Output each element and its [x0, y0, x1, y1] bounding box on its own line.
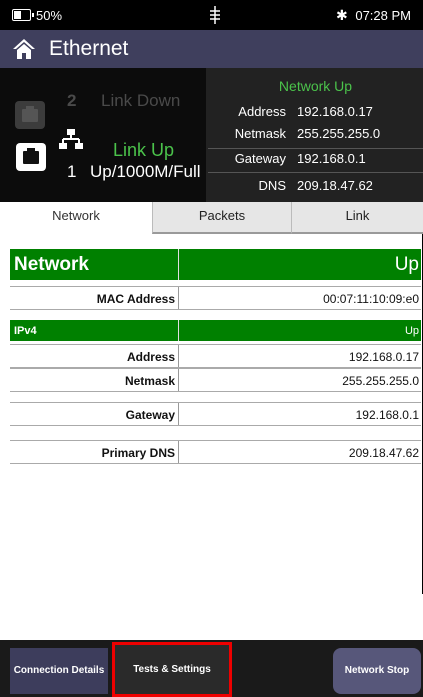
- network-info: Network Up Address 192.168.0.17 Netmask …: [208, 68, 423, 202]
- table-row: MAC Address 00:07:11:10:09:e0: [10, 286, 421, 310]
- ports-area: 2 Link Down Link Up 1 Up/1000M/Full: [0, 68, 206, 202]
- section-title: IPv4: [14, 325, 37, 337]
- battery-icon: [12, 9, 34, 21]
- section-state: Up: [394, 254, 419, 275]
- tab-network[interactable]: Network: [0, 202, 152, 234]
- tab-link[interactable]: Link: [291, 202, 423, 234]
- port-1-number: 1: [67, 162, 77, 181]
- page-title: Ethernet: [49, 37, 129, 60]
- info-row-netmask: Netmask 255.255.255.0: [234, 126, 381, 141]
- link-status-panel: 2 Link Down Link Up 1 Up/1000M/Full Netw…: [0, 68, 423, 202]
- info-row-address: Address 192.168.0.17: [238, 104, 373, 119]
- table-row: Primary DNS 209.18.47.62: [10, 440, 421, 464]
- network-stop-button[interactable]: Network Stop: [333, 648, 421, 694]
- tests-settings-button[interactable]: Tests & Settings: [112, 642, 232, 697]
- tab-packets[interactable]: Packets: [152, 202, 291, 234]
- connection-details-button[interactable]: Connection Details: [10, 648, 108, 694]
- network-topology-icon: [59, 129, 83, 149]
- ipv4-section-header: IPv4 Up: [10, 320, 421, 341]
- table-row: Gateway 192.168.0.1: [10, 402, 421, 426]
- ethernet-network-icon: [210, 6, 220, 24]
- table-row: Netmask 255.255.255.0: [10, 368, 421, 392]
- section-title: Network: [14, 254, 89, 275]
- network-details: Network Up MAC Address 00:07:11:10:09:e0…: [0, 234, 423, 640]
- home-icon[interactable]: [12, 38, 36, 60]
- port-1-state: Link Up: [113, 140, 175, 160]
- title-bar: Ethernet: [0, 30, 423, 68]
- info-row-dns: DNS 209.18.47.62: [208, 172, 423, 194]
- status-bar: 50% ✱ 07:28 PM: [0, 0, 423, 30]
- ethernet-port-icon[interactable]: [15, 101, 45, 129]
- network-section-header: Network Up: [10, 249, 421, 280]
- clock: 07:28 PM: [355, 8, 411, 23]
- network-status: Network Up: [278, 78, 353, 94]
- port-1-speed: Up/1000M/Full: [90, 162, 201, 181]
- port-2-state: Link Down: [101, 91, 181, 110]
- battery-percent: 50%: [36, 8, 63, 23]
- port-2-number: 2: [67, 91, 77, 110]
- tab-bar: Network Packets Link: [0, 202, 423, 234]
- bottom-bar: Connection Details Tests & Settings Netw…: [0, 640, 423, 697]
- table-row: Address 192.168.0.17: [10, 344, 421, 368]
- bluetooth-icon: ✱: [336, 7, 348, 23]
- info-row-gateway: Gateway 192.168.0.1: [208, 148, 423, 170]
- section-state: Up: [404, 325, 419, 337]
- ethernet-port-icon[interactable]: [16, 143, 46, 171]
